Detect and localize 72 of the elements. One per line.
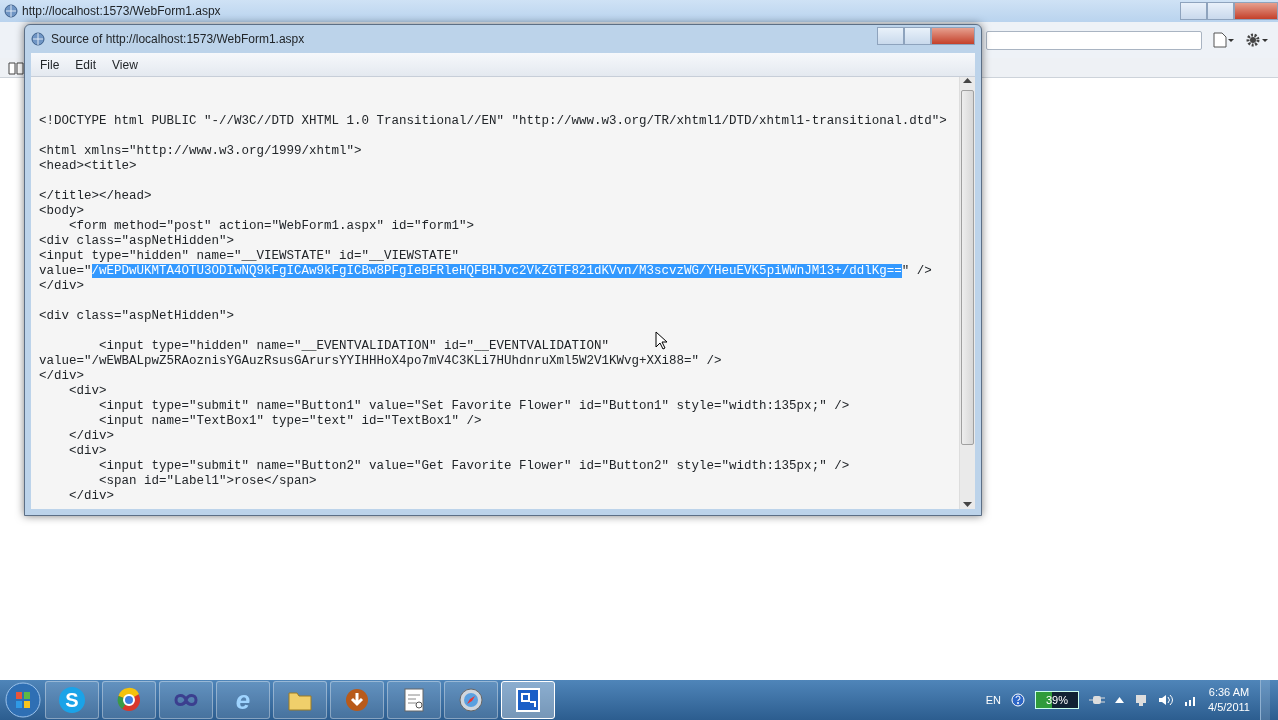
code-line: </div>	[39, 279, 84, 294]
language-indicator[interactable]: EN	[985, 691, 1001, 709]
code-line: <head><title>	[39, 159, 137, 174]
taskbar-button[interactable]	[102, 681, 156, 719]
speaker-icon[interactable]	[1158, 693, 1174, 707]
code-line: value="	[39, 264, 92, 278]
start-button[interactable]	[4, 681, 42, 719]
code-line: " />	[901, 264, 932, 278]
scrollbar[interactable]	[959, 77, 975, 509]
code-line: value="/wEWBALpwZ5RAoznisYGAuzRsusGArursYYIHHHoX4po7mV4C3KLi7HUhdnruXml5W2V1KWvg+XXi88=" />	[39, 354, 722, 369]
download-icon	[344, 687, 370, 713]
minimize-button[interactable]	[877, 27, 904, 45]
code-line: <input type="submit" name="Button1" value="Set Favorite Flower" id="Button1" style="width:135px;" />	[98, 399, 850, 414]
up-arrow-icon[interactable]	[1115, 696, 1124, 704]
code-line: <div>	[68, 384, 107, 399]
code-line: <form method="post" action="WebForm1.aspx" id="form1">	[68, 219, 475, 234]
scroll-thumb[interactable]	[961, 90, 974, 445]
power-plug-icon[interactable]	[1089, 694, 1105, 706]
battery-percent: 39%	[1045, 693, 1068, 708]
globe-icon	[4, 4, 18, 18]
code-line: <body>	[39, 204, 84, 219]
menu-item[interactable]: View	[107, 53, 143, 76]
menu-item[interactable]: Edit	[70, 53, 102, 76]
network-icon[interactable]	[1134, 693, 1148, 707]
window-title: Source of http://localhost:1573/WebForm1.aspx	[51, 31, 305, 48]
help-icon[interactable]	[1011, 693, 1025, 707]
code-line: <div class="aspNetHidden">	[39, 234, 235, 249]
taskbar-button[interactable]	[330, 681, 384, 719]
menu-item[interactable]: File	[35, 53, 65, 76]
settings-icon[interactable]	[1244, 31, 1268, 49]
letter-e-logo: e	[234, 687, 252, 713]
close-button[interactable]	[931, 27, 975, 45]
clock-date[interactable]: 4/5/2011	[1208, 700, 1250, 715]
selected-text: /wEPDwUKMTA4OTU3ODIwNQ9kFgICAw9kFgICBw8PFgIeBFRleHQFBHJvc2VkZGTF821dKVvn/M3scvzWG/YHeuEVK5piWWnJM13+/ddlKg==	[91, 264, 902, 278]
clock-time[interactable]: 6:36 AM	[1208, 685, 1250, 700]
minimize-button[interactable]	[1180, 2, 1207, 20]
code-line: <input name="TextBox1" type="text" id="TextBox1" />	[98, 414, 482, 429]
address-field[interactable]	[986, 30, 1202, 50]
ring-icon	[116, 687, 142, 713]
maximize-button[interactable]	[904, 27, 931, 45]
maximize-button[interactable]	[1207, 2, 1234, 20]
window-icon	[515, 687, 541, 713]
code-line: </title></head>	[39, 189, 152, 204]
code-line: <input type="submit" name="Button2" value="Get Favorite Flower" id="Button2" style="width:135px;" />	[98, 459, 850, 474]
letter-logo: S	[59, 687, 85, 713]
code-line: <div class="aspNetHidden">	[39, 309, 235, 324]
taskbar-button[interactable]	[444, 681, 498, 719]
scroll-down-arrow[interactable]	[963, 500, 972, 509]
show-desktop-button[interactable]	[1260, 680, 1270, 720]
code-line: <div>	[68, 444, 107, 459]
compass-icon	[458, 687, 484, 713]
page-icon[interactable]	[1212, 32, 1234, 48]
code-line: </div>	[68, 429, 114, 444]
taskbar-button[interactable]	[387, 681, 441, 719]
code-line: <!DOCTYPE html PUBLIC "-//W3C//DTD XHTML 1.0 Transitional//EN" "http://www.w3.org/TR/xhtml1/DTD/xhtml1-transitional.dtd">	[39, 114, 947, 129]
document-icon	[401, 687, 427, 713]
book-icon[interactable]	[8, 60, 24, 75]
globe-icon	[31, 32, 45, 46]
close-button[interactable]	[1234, 2, 1278, 20]
code-line: </div>	[39, 369, 84, 384]
taskbar-button[interactable]	[501, 681, 555, 719]
code-line: <input type="hidden" name="__VIEWSTATE" id="__VIEWSTATE"	[39, 249, 460, 264]
code-line: <span id="Label1">rose</span>	[98, 474, 317, 489]
code-line: <html xmlns="http://www.w3.org/1999/xhtml">	[39, 144, 362, 159]
taskbar-button[interactable]	[159, 681, 213, 719]
scroll-up-arrow[interactable]	[963, 77, 972, 86]
code-line: </div>	[68, 489, 114, 504]
window-title: http://localhost:1573/WebForm1.aspx	[22, 3, 221, 20]
signal-icon[interactable]	[1184, 694, 1198, 706]
taskbar-button[interactable]	[273, 681, 327, 719]
code-line: <input type="hidden" name="__EVENTVALIDATION" id="__EVENTVALIDATION"	[98, 339, 610, 354]
cursor-icon	[655, 331, 667, 350]
